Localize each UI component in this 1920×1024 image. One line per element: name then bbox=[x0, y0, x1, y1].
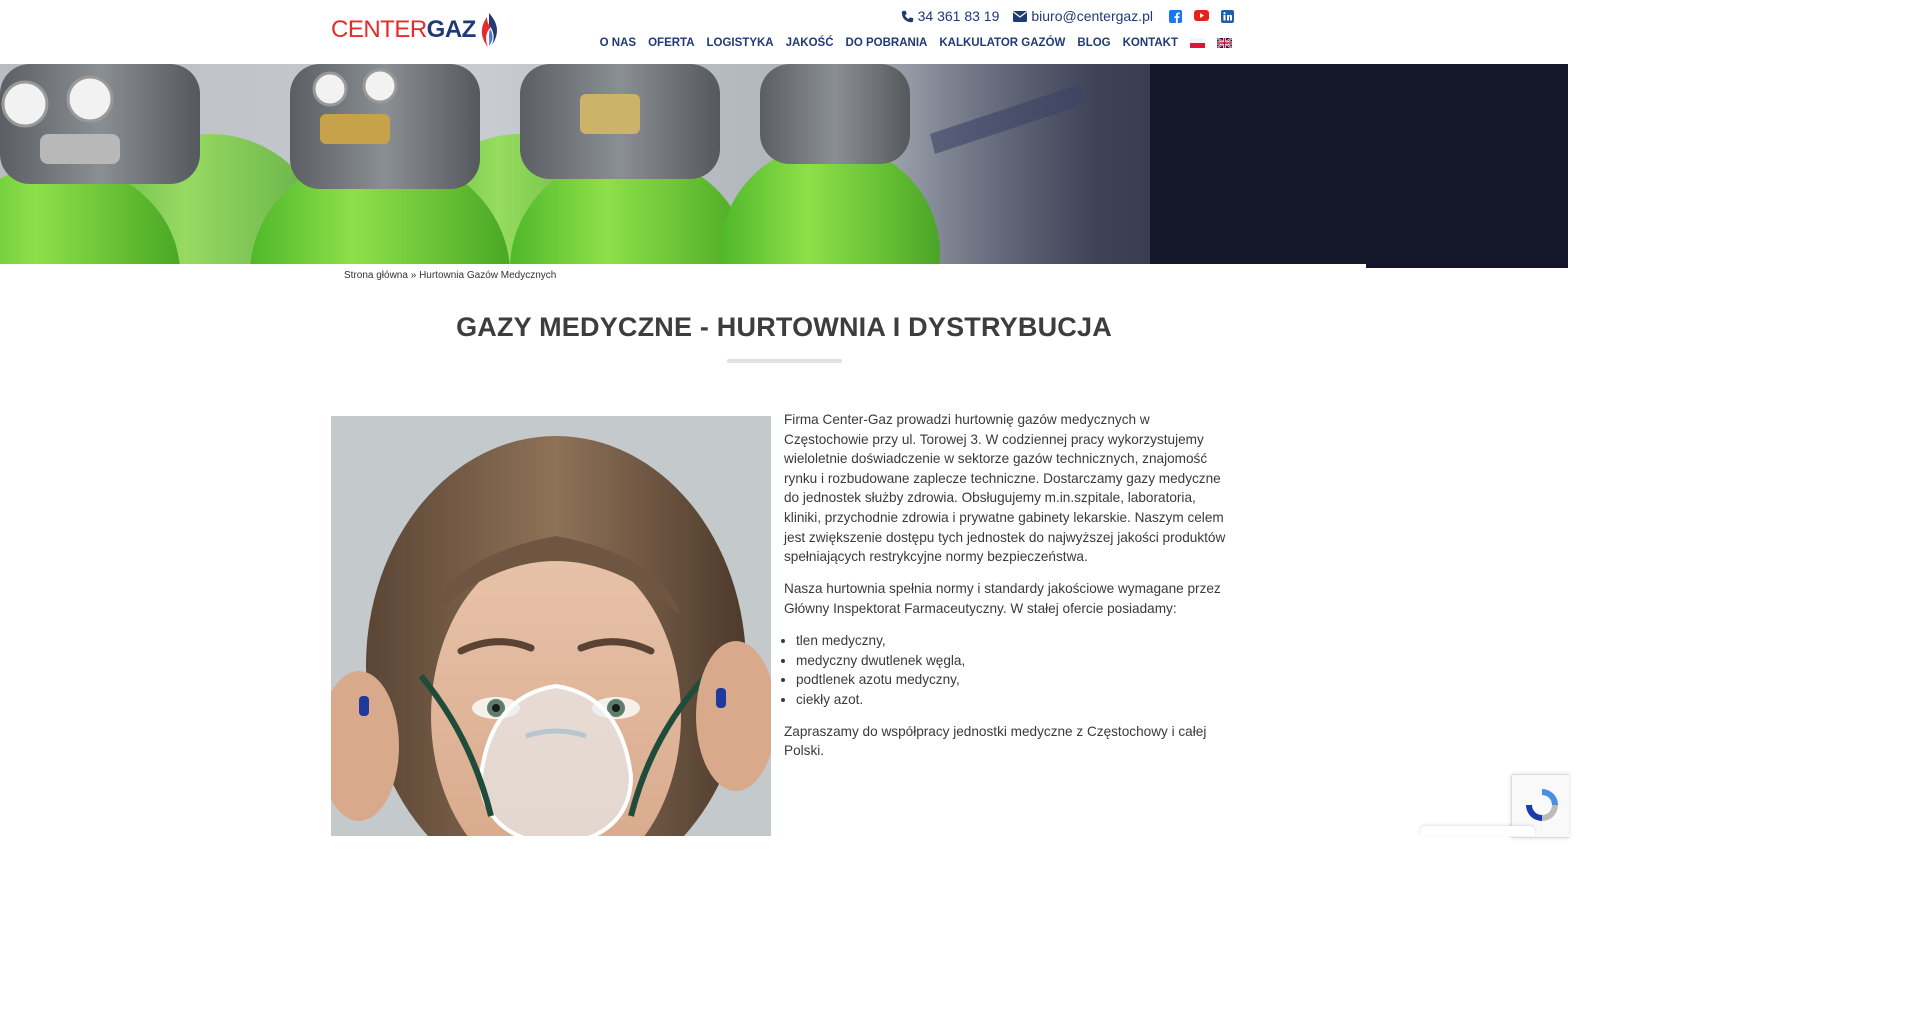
breadcrumb-current: Hurtownia Gazów Medycznych bbox=[419, 270, 557, 281]
nav-jakosc[interactable]: JAKOŚĆ bbox=[786, 37, 834, 49]
breadcrumb-home[interactable]: Strona główna bbox=[344, 270, 408, 281]
phone-number: 34 361 83 19 bbox=[917, 8, 1000, 24]
list-item: podtlenek azotu medyczny, bbox=[796, 670, 1234, 690]
nav-blog[interactable]: BLOG bbox=[1077, 37, 1110, 49]
gas-cylinders-image bbox=[0, 64, 1568, 268]
hero-banner bbox=[0, 64, 1568, 268]
nav-kontakt[interactable]: KONTAKT bbox=[1123, 37, 1178, 49]
logo-text-center: CENTER bbox=[331, 16, 427, 43]
product-list: tlen medyczny, medyczny dwutlenek węgla,… bbox=[784, 631, 1234, 709]
youtube-icon[interactable] bbox=[1194, 9, 1209, 21]
list-item: medyczny dwutlenek węgla, bbox=[796, 651, 1234, 671]
envelope-icon bbox=[1013, 10, 1028, 22]
nav-o-nas[interactable]: O NAS bbox=[600, 37, 636, 49]
list-item: ciekły azot. bbox=[796, 690, 1234, 710]
social-links bbox=[1169, 9, 1234, 23]
pl-flag-icon[interactable] bbox=[1190, 38, 1205, 48]
cookie-bar-edge bbox=[1420, 826, 1535, 836]
standards-paragraph: Nasza hurtownia spełnia normy i standard… bbox=[784, 581, 1221, 616]
linkedin-icon[interactable] bbox=[1221, 9, 1234, 23]
main-nav: O NAS OFERTA LOGISTYKA JAKOŚĆ DO POBRANI… bbox=[600, 37, 1232, 49]
phone-icon bbox=[901, 10, 913, 22]
top-contacts: 34 361 83 19 biuro@centergaz.pl bbox=[901, 8, 1234, 24]
nav-logistyka[interactable]: LOGISTYKA bbox=[707, 37, 774, 49]
recaptcha-icon bbox=[1526, 789, 1558, 821]
title-underline bbox=[727, 359, 842, 363]
nav-oferta[interactable]: OFERTA bbox=[648, 37, 694, 49]
en-flag-icon[interactable] bbox=[1217, 38, 1232, 48]
closing-paragraph: Zapraszamy do współpracy jednostki medyc… bbox=[784, 723, 1207, 759]
phone-link[interactable]: 34 361 83 19 bbox=[901, 8, 1000, 24]
email-address: biuro@centergaz.pl bbox=[1031, 8, 1153, 24]
article-content: Firma Center-Gaz prowadzi hurtownię gazó… bbox=[784, 410, 1234, 774]
nav-do-pobrania[interactable]: DO POBRANIA bbox=[846, 37, 928, 49]
nav-kalkulator-gazow[interactable]: KALKULATOR GAZÓW bbox=[939, 37, 1065, 49]
list-item: tlen medyczny, bbox=[796, 631, 1234, 651]
intro-paragraph: Firma Center-Gaz prowadzi hurtownię gazó… bbox=[784, 412, 1226, 565]
site-header: CENTER GAZ 34 361 83 19 biuro@centergaz.p… bbox=[0, 0, 1568, 65]
flame-icon bbox=[481, 13, 497, 47]
logo[interactable]: CENTER GAZ bbox=[331, 10, 500, 50]
email-link[interactable]: biuro@centergaz.pl bbox=[1013, 8, 1153, 24]
breadcrumb: Strona główna » Hurtownia Gazów Medyczny… bbox=[344, 270, 556, 281]
breadcrumb-separator: » bbox=[407, 270, 420, 281]
woman-oxygen-mask-photo bbox=[331, 416, 771, 836]
hero-divider bbox=[0, 264, 1366, 268]
facebook-icon[interactable] bbox=[1169, 9, 1182, 23]
logo-text-gaz: GAZ bbox=[426, 16, 477, 43]
page-title: GAZY MEDYCZNE - HURTOWNIA I DYSTRYBUCJA bbox=[456, 312, 1112, 342]
